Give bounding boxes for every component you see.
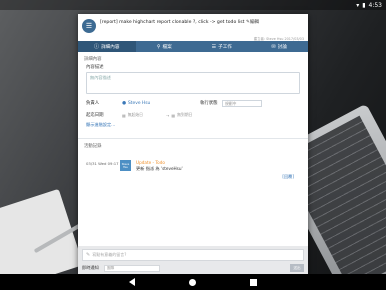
exec-status-field[interactable]: 規劃中 [222, 99, 262, 107]
task-title: [report] make highchart report clonable … [100, 20, 259, 41]
date-row: 起迄日期 ▦ 無起始日 → ▦ 無到期日 [78, 110, 308, 120]
back-icon[interactable] [129, 278, 135, 286]
comment-placeholder: 寫點有意義的留言? [92, 252, 127, 257]
date-label: 起迄日期 [86, 113, 104, 118]
tab-details[interactable]: ⓘ 詳細內容 [78, 41, 136, 52]
tab-subtasks-label: 子工作 [218, 44, 232, 50]
details-section-label: 詳細內容 [84, 57, 102, 62]
person-icon: ● [122, 100, 127, 106]
assignee-selector[interactable]: ● Steve Hsu [122, 101, 192, 106]
tab-files-label: 檔案 [162, 44, 172, 50]
assignee-row: 負責人 ● Steve Hsu 執行狀態 規劃中 [78, 98, 308, 108]
assignee-label: 負責人 [86, 101, 100, 106]
notify-row: 即時通知 團隊 送出 [78, 264, 308, 272]
avatar: Steve Hsu [120, 160, 131, 171]
end-date-placeholder: 無到期日 [177, 112, 193, 117]
paperclip-icon: ⚲ [156, 43, 161, 50]
activity-date: 03/31 Wed 09:17 [86, 161, 119, 166]
start-date-button[interactable]: ▦ 無起始日 [122, 112, 164, 118]
tab-bar: ⓘ 詳細內容 ⚲ 檔案 ☰ 子工作 ✉ 討論 [78, 41, 308, 52]
advanced-settings-link[interactable]: 顯示進階設定... [78, 120, 308, 128]
arrow-right-icon: → [166, 112, 170, 118]
comment-footer: ✎ 寫點有意義的留言? 即時通知 團隊 送出 [78, 246, 308, 276]
activity-entry: 03/31 Wed 09:17 Steve Hsu Update - Todo … [78, 157, 308, 172]
task-card-icon: ☰ [82, 19, 96, 33]
assignee-name: Steve Hsu [128, 100, 151, 106]
notify-label: 即時通知 [82, 265, 99, 270]
home-icon[interactable] [189, 278, 196, 286]
start-date-placeholder: 無起始日 [127, 112, 143, 117]
notify-field[interactable]: 團隊 [104, 264, 160, 272]
notify-placeholder: 團隊 [107, 265, 115, 270]
pencil-icon: ✎ [86, 252, 91, 258]
tab-details-label: 詳細內容 [101, 44, 120, 50]
info-icon: ⓘ [94, 44, 100, 50]
activity-header: 活動記錄 [84, 144, 102, 149]
comment-input[interactable]: ✎ 寫點有意義的留言? [82, 249, 304, 261]
tab-discussion-label: 討論 [277, 44, 287, 50]
task-title-text: [report] make highchart report clonable … [100, 20, 245, 25]
wifi-icon: ▾ [356, 1, 360, 9]
status-bar: ▾ ▮ 4:53 [0, 0, 386, 10]
battery-icon: ▮ [362, 1, 366, 9]
exec-status-placeholder: 規劃中 [225, 100, 237, 106]
edit-label: 編輯 [249, 20, 260, 25]
activity-text: Update - Todo 更新 指派 為 'steveHsu' [136, 160, 183, 172]
end-date-button[interactable]: ▦ 無到期日 [171, 112, 213, 118]
tab-discussion[interactable]: ✉ 討論 [251, 41, 309, 52]
description-placeholder: 無內容描述 [90, 75, 111, 80]
recent-apps-icon[interactable] [250, 278, 257, 286]
description-field[interactable]: 無內容描述 [86, 72, 300, 94]
send-button[interactable]: 送出 [290, 264, 304, 272]
reply-link[interactable]: [回覆] [78, 174, 308, 180]
calendar-icon: ▦ [122, 112, 126, 118]
list-icon: ☰ [211, 43, 217, 50]
task-dialog: ☰ [report] make highchart report clonabl… [78, 14, 308, 276]
tab-subtasks[interactable]: ☰ 子工作 [193, 41, 251, 52]
exec-status-label: 執行狀態 [200, 101, 218, 106]
edit-link[interactable]: ✎編輯 [246, 20, 259, 25]
chat-icon: ✉ [271, 43, 276, 50]
tab-files[interactable]: ⚲ 檔案 [136, 41, 194, 52]
description-label: 內容描述 [86, 65, 104, 70]
task-meta: 建立者: Steve Hsu 2017/03/03 [253, 37, 304, 41]
navigation-bar [0, 274, 386, 290]
calendar-icon: ▦ [171, 112, 176, 118]
activity-body: 更新 指派 為 'steveHsu' [136, 166, 183, 171]
status-time: 4:53 [368, 1, 382, 9]
